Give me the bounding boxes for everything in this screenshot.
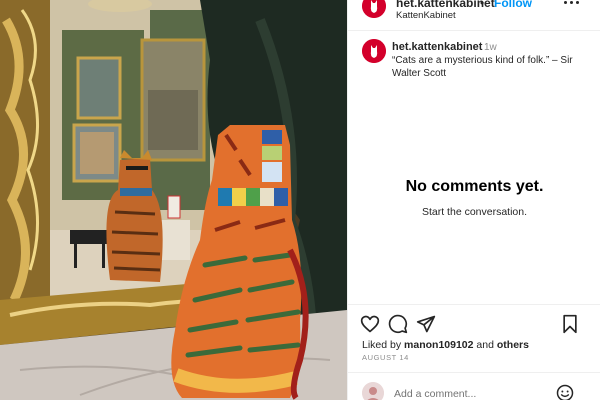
emoji-icon[interactable] (556, 384, 574, 400)
profile-avatar[interactable] (362, 0, 386, 18)
header-divider (348, 30, 600, 31)
cat-logo-icon (362, 39, 386, 63)
caption-text: “Cats are a mysterious kind of folk.” – … (392, 55, 573, 79)
empty-comments-title: No comments yet. (405, 178, 544, 195)
cat-logo-icon (362, 0, 386, 18)
likes-summary: Liked by manon109102 and others (362, 339, 529, 351)
likes-others-link[interactable]: others (497, 339, 529, 351)
caption-username[interactable]: het.kattenkabinet (392, 41, 482, 53)
post-image[interactable] (0, 0, 347, 400)
post-side-panel: het.kattenkabinet • Follow KattenKabinet… (347, 0, 600, 400)
post-photo-illustration (0, 0, 347, 400)
post-date[interactable]: August 14 (362, 353, 409, 362)
post-header: het.kattenkabinet • Follow KattenKabinet (348, 0, 600, 24)
add-comment-input[interactable] (394, 386, 554, 400)
current-user-avatar[interactable] (362, 382, 384, 400)
post-caption: het.kattenkabinet 1w “Cats are a mysteri… (362, 39, 592, 83)
caption-avatar[interactable] (362, 39, 386, 63)
heart-icon[interactable] (360, 314, 380, 334)
actions-divider (348, 304, 600, 305)
comment-divider (348, 372, 600, 373)
header-separator: • (480, 0, 485, 10)
header-subtitle[interactable]: KattenKabinet (396, 10, 456, 21)
add-comment-bar (348, 375, 600, 400)
likes-user-link[interactable]: manon109102 (404, 339, 473, 351)
post-actions (360, 314, 590, 334)
empty-comments-subtitle: Start the conversation. (421, 206, 528, 218)
more-options-icon[interactable] (562, 0, 582, 10)
caption-timestamp[interactable]: 1w (484, 42, 497, 53)
likes-connector: and (476, 339, 494, 351)
follow-button[interactable]: Follow (494, 0, 532, 10)
share-icon[interactable] (416, 314, 436, 334)
bookmark-icon[interactable] (560, 314, 580, 334)
likes-prefix: Liked by (362, 339, 402, 351)
comment-icon[interactable] (388, 314, 408, 334)
